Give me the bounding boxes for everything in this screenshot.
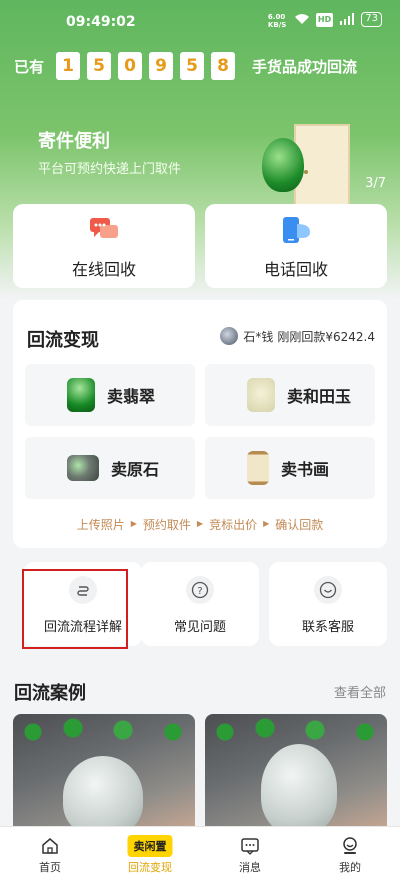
step-arrow-icon: ▶: [196, 519, 204, 528]
counter-digit: 8: [211, 52, 236, 80]
hd-icon: HD: [315, 12, 334, 27]
battery-indicator: 73: [361, 12, 382, 27]
tab-home[interactable]: 首页: [0, 827, 100, 880]
message-icon: [240, 836, 260, 856]
sell-raw-stone-button[interactable]: 卖原石: [25, 437, 195, 499]
tab-home-label: 首页: [39, 861, 61, 874]
sell-idle-badge: 卖闲置: [127, 835, 173, 857]
home-icon: [40, 836, 60, 856]
counter-suffix: 手货品成功回流: [252, 57, 358, 76]
avatar: [220, 327, 239, 345]
cases-title: 回流案例: [14, 683, 86, 704]
signal-icon: [339, 12, 355, 27]
wifi-icon: [294, 13, 310, 27]
net-speed: 6.00 KB/S: [267, 12, 287, 29]
sell-painting-label: 卖书画: [281, 460, 330, 479]
banner-subtitle: 平台可预约快递上门取件: [38, 162, 182, 177]
tab-messages-label: 消息: [239, 861, 261, 874]
profile-icon: [340, 836, 360, 856]
step-payout: 确认回款: [275, 518, 324, 532]
raw-stone-icon: [67, 455, 99, 481]
sell-jadeite-label: 卖翡翠: [107, 387, 156, 406]
counter-digit: 5: [87, 52, 112, 80]
jade-pendant-icon: [67, 378, 95, 412]
online-recycle-label: 在线回收: [71, 260, 136, 279]
status-icons: 6.00 KB/S HD 73: [267, 12, 382, 29]
sell-raw-stone-label: 卖原石: [111, 460, 160, 479]
counter-digit: 0: [118, 52, 143, 80]
status-time: 09:49:02: [66, 14, 136, 30]
tab-profile-label: 我的: [339, 861, 361, 874]
process-steps: 上传照片 ▶ 预约取件 ▶ 竞标出价 ▶ 确认回款: [13, 516, 387, 533]
support-icon: [314, 576, 342, 604]
phone-icon: [280, 216, 312, 244]
case-image[interactable]: [13, 714, 195, 834]
sell-hetian-label: 卖和田玉: [287, 387, 352, 406]
contact-support-button[interactable]: 联系客服: [269, 562, 387, 646]
phone-recycle-button[interactable]: 电话回收: [205, 204, 387, 288]
phone-recycle-label: 电话回收: [263, 260, 328, 279]
tab-profile[interactable]: 我的: [300, 827, 400, 880]
hetian-jade-icon: [247, 378, 275, 412]
recent-payout: 石*钱 刚刚回款¥6242.4: [220, 327, 375, 345]
step-arrow-icon: ▶: [130, 519, 137, 528]
jade-pendant-illustration: [262, 138, 304, 192]
sell-hetian-button[interactable]: 卖和田玉: [205, 364, 375, 426]
status-bar: 09:49:02 6.00 KB/S HD 73: [0, 0, 400, 44]
recycled-counter: 已有 1 5 0 9 5 8 手货品成功回流: [14, 52, 357, 80]
question-icon: ?: [186, 576, 214, 604]
tab-recycle-label: 回流变现: [128, 861, 172, 874]
svg-text:?: ?: [197, 586, 202, 597]
online-recycle-button[interactable]: 在线回收: [13, 204, 195, 288]
counter-prefix: 已有: [14, 57, 45, 76]
beads-decoration: [205, 714, 387, 744]
tab-messages[interactable]: 消息: [200, 827, 300, 880]
counter-digit: 1: [56, 52, 81, 80]
recent-user: 石*钱: [243, 329, 274, 344]
step-upload: 上传照片: [76, 518, 125, 532]
sell-painting-button[interactable]: 卖书画: [205, 437, 375, 499]
view-all-link[interactable]: 查看全部: [334, 682, 386, 701]
counter-digit: 5: [180, 52, 205, 80]
jade-piece: [261, 744, 337, 834]
chat-bubbles-icon: [88, 216, 120, 244]
jade-piece: [63, 756, 143, 834]
recycle-section: 回流变现 石*钱 刚刚回款¥6242.4 卖翡翠 卖和田玉 卖原石 卖书画 上传…: [13, 300, 387, 548]
case-image[interactable]: [205, 714, 387, 834]
highlight-box: [22, 569, 128, 649]
step-arrow-icon: ▶: [263, 519, 270, 528]
sell-jadeite-button[interactable]: 卖翡翠: [25, 364, 195, 426]
contact-support-label: 联系客服: [301, 620, 354, 635]
recent-text: 刚刚回款¥6242.4: [277, 329, 375, 344]
bottom-tabbar: 首页 卖闲置 回流变现 消息 我的: [0, 826, 400, 880]
faq-button[interactable]: ? 常见问题: [141, 562, 259, 646]
scroll-painting-icon: [247, 451, 269, 485]
faq-label: 常见问题: [173, 620, 226, 635]
counter-digit: 9: [149, 52, 174, 80]
section-title: 回流变现: [27, 330, 99, 351]
beads-decoration: [13, 714, 195, 744]
step-pickup: 预约取件: [142, 518, 191, 532]
step-bid: 竞标出价: [209, 518, 258, 532]
tab-recycle[interactable]: 卖闲置 回流变现: [100, 827, 200, 880]
banner-page-indicator: 3/7: [365, 176, 386, 191]
banner-title: 寄件便利: [38, 131, 110, 152]
